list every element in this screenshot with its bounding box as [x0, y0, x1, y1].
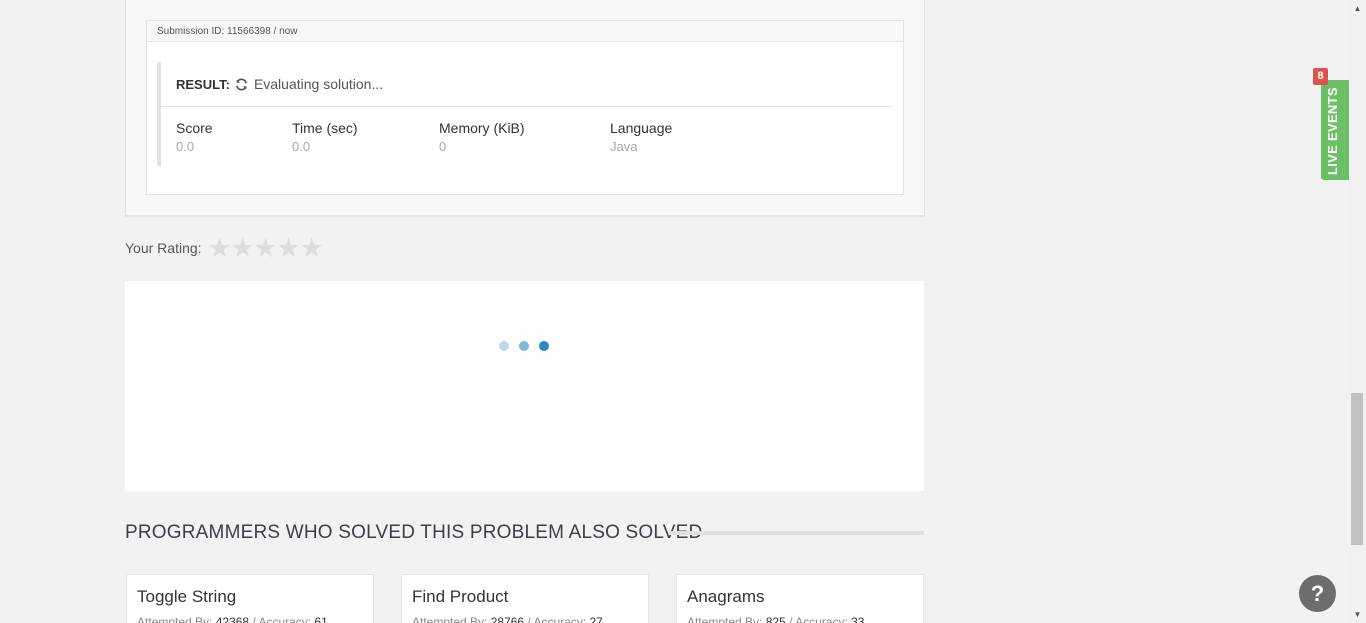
- live-events-tab[interactable]: LIVE EVENTS: [1321, 80, 1349, 180]
- problem-meta: Attempted By: 42368 / Accuracy: 61: [137, 615, 328, 623]
- loading-dot: [519, 341, 529, 351]
- result-block: RESULT: Evaluating solution... Score 0.0…: [157, 62, 893, 166]
- rating-label: Your Rating:: [125, 240, 202, 256]
- submission-card: Submission ID: 11566398 / now RESULT: Ev…: [146, 20, 904, 195]
- problem-meta: Attempted By: 28766 / Accuracy: 27: [412, 615, 603, 623]
- rating-stars: ★ ★ ★ ★ ★: [208, 235, 324, 262]
- scroll-down-icon[interactable]: ▼: [1349, 606, 1366, 623]
- divider: [161, 106, 893, 107]
- star-icon[interactable]: ★: [277, 235, 301, 262]
- problem-card[interactable]: Find Product Attempted By: 28766 / Accur…: [401, 574, 649, 623]
- problem-title[interactable]: Toggle String: [137, 587, 363, 607]
- problem-title[interactable]: Find Product: [412, 587, 638, 607]
- scrollbar-thumb[interactable]: [1351, 393, 1363, 545]
- result-status: Evaluating solution...: [253, 76, 384, 92]
- problem-title[interactable]: Anagrams: [687, 587, 913, 607]
- star-icon[interactable]: ★: [300, 235, 324, 262]
- scrollbar[interactable]: ▲ ▼: [1349, 0, 1366, 623]
- metric-value: 0.0: [292, 139, 311, 154]
- star-icon[interactable]: ★: [254, 235, 278, 262]
- section-title: PROGRAMMERS WHO SOLVED THIS PROBLEM ALSO…: [125, 522, 703, 543]
- section-rule: [669, 531, 924, 535]
- live-events-count-badge: 8: [1313, 68, 1328, 85]
- metric-label: Score: [176, 120, 213, 136]
- submission-id: Submission ID: 11566398 / now: [147, 21, 903, 42]
- problem-card[interactable]: Toggle String Attempted By: 42368 / Accu…: [126, 574, 374, 623]
- metric-value: 0: [439, 139, 447, 154]
- loading-dot: [539, 341, 549, 351]
- metric-label: Memory (KiB): [439, 120, 525, 136]
- result-line: RESULT: Evaluating solution...: [176, 76, 383, 92]
- problem-meta: Attempted By: 825 / Accuracy: 33: [687, 615, 865, 623]
- live-events-label: LIVE EVENTS: [1325, 87, 1340, 175]
- problem-card[interactable]: Anagrams Attempted By: 825 / Accuracy: 3…: [676, 574, 924, 623]
- question-icon: ?: [1310, 581, 1325, 606]
- scroll-up-icon[interactable]: ▲: [1349, 0, 1366, 17]
- submission-panel: Submission ID: 11566398 / now RESULT: Ev…: [125, 0, 925, 216]
- result-label: RESULT:: [176, 76, 230, 92]
- metric-label: Language: [610, 120, 673, 136]
- loading-dot: [499, 341, 509, 351]
- loading-panel: [125, 281, 924, 491]
- star-icon[interactable]: ★: [208, 235, 232, 262]
- metric-score: Score 0.0: [176, 120, 213, 154]
- rating: Your Rating: ★ ★ ★ ★ ★: [125, 235, 324, 262]
- metric-memory: Memory (KiB) 0: [439, 120, 525, 154]
- metric-value: Java: [610, 139, 638, 154]
- metric-language: Language Java: [610, 120, 672, 154]
- metric-value: 0.0: [176, 139, 195, 154]
- help-button[interactable]: ?: [1299, 575, 1336, 612]
- refresh-icon: [236, 78, 247, 90]
- star-icon[interactable]: ★: [231, 235, 255, 262]
- loading-indicator: [499, 341, 549, 351]
- metric-time: Time (sec) 0.0: [292, 120, 358, 154]
- metric-label: Time (sec): [292, 120, 358, 136]
